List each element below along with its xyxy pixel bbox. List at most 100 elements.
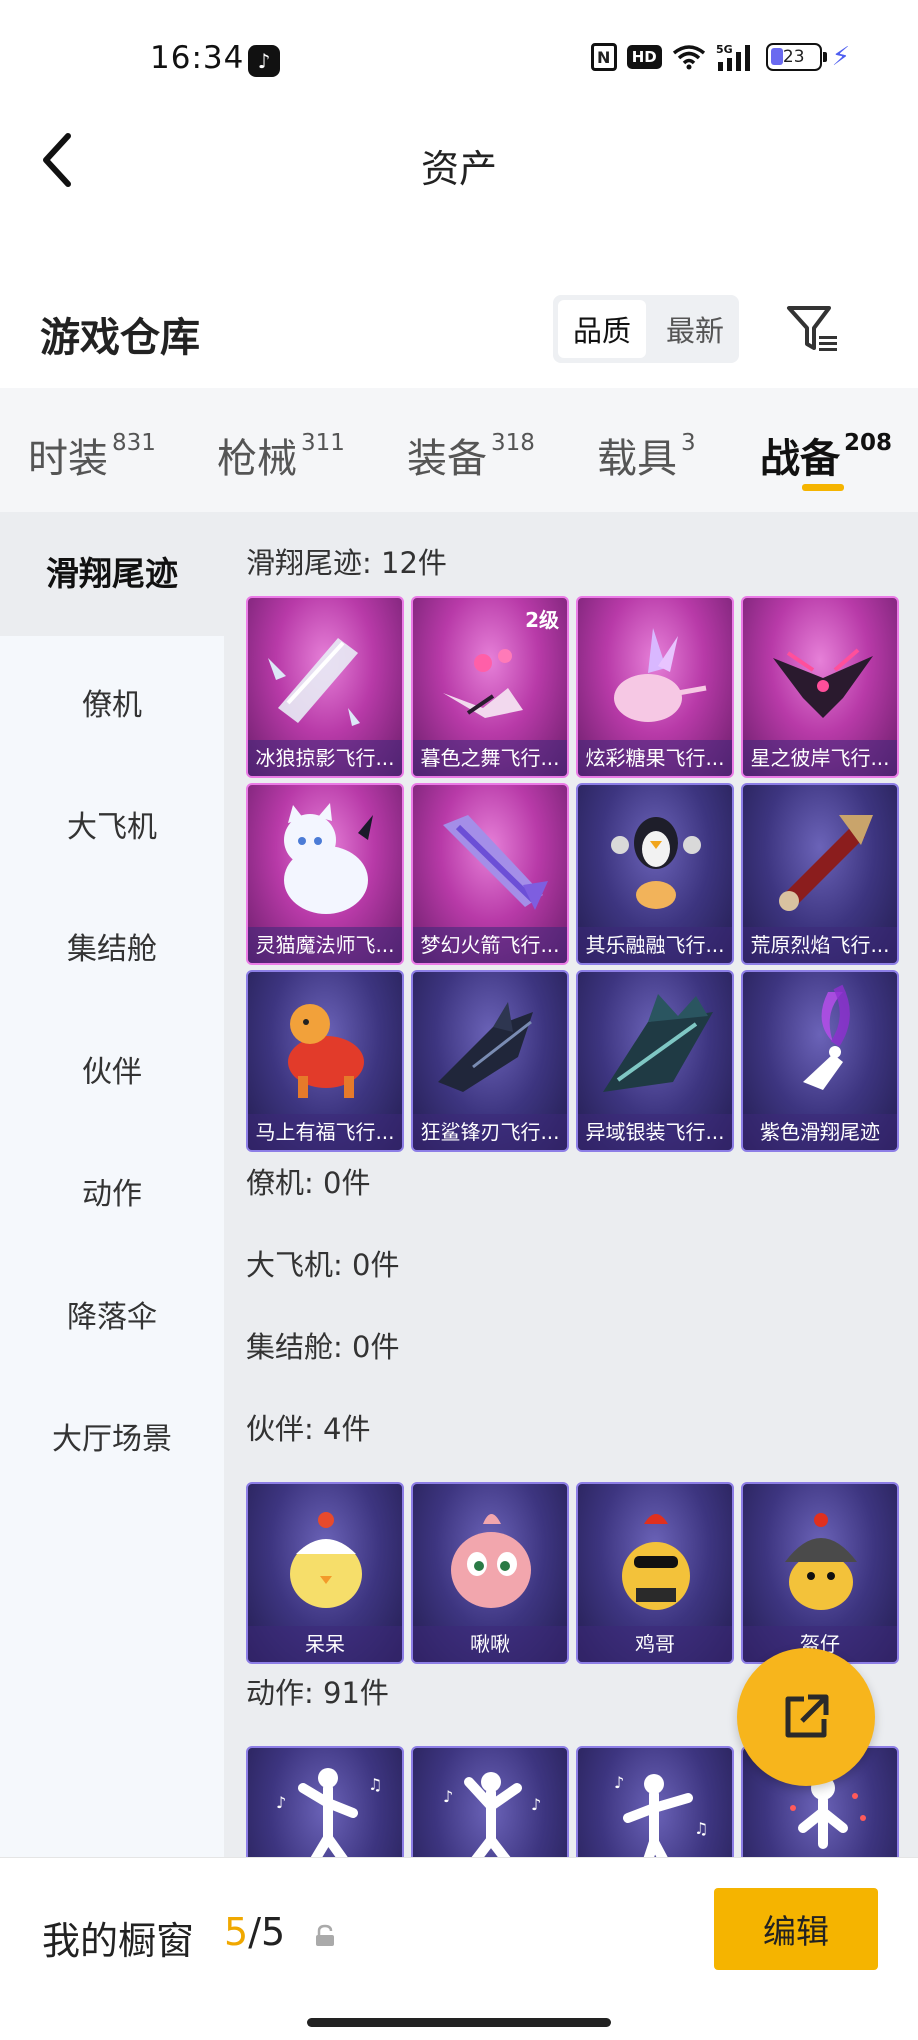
page-title: 资产 bbox=[420, 147, 497, 191]
status-bar: 16:34 ♪ N HD 5G 23 ⚡ bbox=[0, 0, 918, 120]
wifi-icon bbox=[672, 45, 705, 70]
item-card[interactable]: 狂鲨锋刃飞行... bbox=[411, 970, 569, 1152]
tab-guns[interactable]: 枪械 311 bbox=[217, 426, 345, 484]
item-name: 灵猫魔法师飞... bbox=[248, 927, 402, 963]
tab-count: 311 bbox=[301, 430, 345, 456]
item-card[interactable]: 鸡哥 bbox=[576, 1482, 734, 1664]
battery-icon: 23 bbox=[765, 43, 827, 71]
item-card[interactable]: 呆呆 bbox=[246, 1482, 404, 1664]
item-name: 荒原烈焰飞行... bbox=[743, 927, 897, 963]
tab-count: 208 bbox=[844, 430, 893, 456]
item-card[interactable]: 炫彩糖果飞行... bbox=[576, 596, 734, 778]
svg-text:♫: ♫ bbox=[368, 1775, 382, 1794]
item-card[interactable]: ♪ ♫ bbox=[576, 1746, 734, 1857]
item-art bbox=[622, 1514, 690, 1610]
svg-text:♪: ♪ bbox=[276, 1793, 286, 1812]
item-name: 星之彼岸飞行... bbox=[743, 740, 897, 776]
tab-label: 装备 bbox=[407, 436, 487, 482]
item-card[interactable]: 荒原烈焰飞行... bbox=[741, 783, 899, 965]
sort-newest-option[interactable]: 最新 bbox=[651, 295, 739, 363]
item-name: 冰狼掠影飞行... bbox=[248, 740, 402, 776]
filter-button[interactable] bbox=[785, 300, 841, 356]
section-title: 游戏仓库 bbox=[40, 315, 200, 361]
sort-quality-option[interactable]: 品质 bbox=[558, 300, 646, 358]
tab-label: 载具 bbox=[597, 436, 677, 482]
item-art bbox=[451, 1514, 531, 1608]
sidebar-item-lobby[interactable]: 大厅场景 bbox=[0, 1414, 224, 1458]
item-art bbox=[268, 638, 360, 726]
active-tab-indicator bbox=[802, 484, 844, 491]
sidebar-item-glide-trail[interactable]: 滑翔尾迹 bbox=[0, 512, 224, 636]
sidebar-item-pod[interactable]: 集结舱 bbox=[0, 924, 224, 968]
item-card[interactable]: 马上有福飞行... bbox=[246, 970, 404, 1152]
item-card[interactable]: ♪ ♫ bbox=[246, 1746, 404, 1857]
sidebar-item-wingman[interactable]: 僚机 bbox=[0, 680, 224, 724]
item-art bbox=[603, 994, 713, 1092]
tab-count: 831 bbox=[112, 430, 156, 456]
item-name: 暮色之舞飞行... bbox=[413, 740, 567, 776]
share-button[interactable] bbox=[737, 1648, 875, 1786]
item-name: 啾啾 bbox=[413, 1626, 567, 1662]
tab-label: 枪械 bbox=[217, 436, 297, 482]
item-name: 狂鲨锋刃飞行... bbox=[413, 1114, 567, 1150]
sidebar-item-partner[interactable]: 伙伴 bbox=[0, 1047, 224, 1091]
item-card[interactable]: 异域银装飞行... bbox=[576, 970, 734, 1152]
sidebar-item-emote[interactable]: 动作 bbox=[0, 1169, 224, 1213]
showcase-count: 5/5 bbox=[224, 1910, 285, 1954]
hd-icon: HD bbox=[626, 45, 662, 69]
external-link-icon bbox=[785, 1694, 829, 1738]
tab-count: 3 bbox=[681, 430, 696, 456]
item-card[interactable]: 盔仔 bbox=[741, 1482, 899, 1664]
item-card[interactable]: 星之彼岸飞行... bbox=[741, 596, 899, 778]
tiktok-icon: ♪ bbox=[248, 45, 280, 77]
group-title-trail: 滑翔尾迹: 12件 bbox=[246, 546, 447, 580]
item-card[interactable]: 灵猫魔法师飞... bbox=[246, 783, 404, 965]
showcase-total: /5 bbox=[248, 1910, 286, 1954]
item-art bbox=[785, 1513, 857, 1610]
sidebar-item-big-plane[interactable]: 大飞机 bbox=[0, 802, 224, 846]
group-title-partner: 伙伴: 4件 bbox=[246, 1412, 371, 1446]
svg-text:5G: 5G bbox=[716, 43, 733, 56]
tab-equipment[interactable]: 装备 318 bbox=[407, 426, 535, 484]
item-card[interactable]: 其乐融融飞行... bbox=[576, 783, 734, 965]
sort-toggle[interactable]: 品质 最新 bbox=[553, 295, 739, 363]
nfc-icon: N bbox=[590, 43, 617, 71]
status-icons: N HD 5G 23 ⚡ bbox=[590, 42, 850, 72]
signal-icon: 5G bbox=[716, 43, 750, 71]
sidebar-item-parachute[interactable]: 降落伞 bbox=[0, 1292, 224, 1336]
item-art: ♪ ♫ bbox=[276, 1768, 382, 1857]
item-card[interactable]: ♪ ♪ bbox=[411, 1746, 569, 1857]
tab-battle-prep[interactable]: 战备 208 bbox=[760, 426, 892, 484]
item-card[interactable]: 冰狼掠影飞行... bbox=[246, 596, 404, 778]
item-art bbox=[773, 648, 873, 718]
item-name: 马上有福飞行... bbox=[248, 1114, 402, 1150]
lock-icon bbox=[316, 1924, 334, 1946]
item-art bbox=[803, 984, 850, 1090]
item-card[interactable]: 2级 暮色之舞飞行... bbox=[411, 596, 569, 778]
item-card[interactable]: 啾啾 bbox=[411, 1482, 569, 1664]
item-art bbox=[290, 1512, 362, 1608]
item-card[interactable]: 梦幻火箭飞行... bbox=[411, 783, 569, 965]
item-name: 其乐融融飞行... bbox=[578, 927, 732, 963]
edit-button[interactable]: 编辑 bbox=[714, 1888, 878, 1970]
item-art: ♪ ♫ bbox=[614, 1773, 708, 1857]
item-name: 炫彩糖果飞行... bbox=[578, 740, 732, 776]
item-name: 紫色滑翔尾迹 bbox=[743, 1114, 897, 1150]
item-name: 鸡哥 bbox=[578, 1626, 732, 1662]
group-title-pod: 集结舱: 0件 bbox=[246, 1330, 400, 1364]
item-art bbox=[284, 803, 373, 914]
item-name: 异域银装飞行... bbox=[578, 1114, 732, 1150]
item-art bbox=[779, 815, 873, 911]
group-title-big-plane: 大飞机: 0件 bbox=[246, 1248, 400, 1282]
item-card[interactable]: 紫色滑翔尾迹 bbox=[741, 970, 899, 1152]
group-title-wingman: 僚机: 0件 bbox=[246, 1166, 371, 1200]
tab-vehicles[interactable]: 载具 3 bbox=[597, 426, 696, 484]
svg-text:♪: ♪ bbox=[443, 1787, 453, 1806]
item-art bbox=[438, 1002, 533, 1092]
item-art bbox=[611, 817, 701, 909]
home-indicator[interactable] bbox=[307, 2018, 611, 2027]
item-name: 梦幻火箭飞行... bbox=[413, 927, 567, 963]
tab-label: 时装 bbox=[28, 436, 108, 482]
battery-level: 23 bbox=[782, 47, 805, 67]
tab-fashion[interactable]: 时装 831 bbox=[28, 426, 156, 484]
